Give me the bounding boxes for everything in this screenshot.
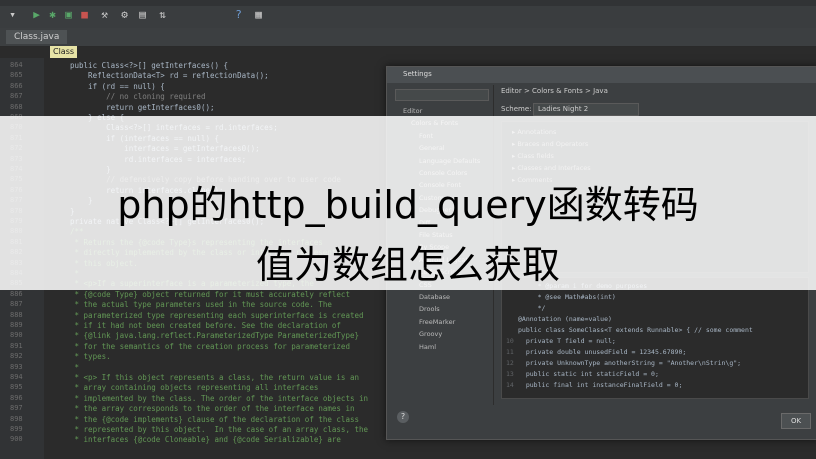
settings-breadcrumb: Editor > Colors & Fonts > Java bbox=[501, 87, 608, 95]
code-line[interactable]: * {@link java.lang.reflect.Parameterized… bbox=[70, 331, 359, 340]
settings-tree-item[interactable]: Haml bbox=[419, 343, 436, 351]
line-number: 865 bbox=[10, 71, 23, 80]
code-line[interactable]: * implemented by the class. The order of… bbox=[70, 394, 369, 403]
sdk-icon[interactable]: ▤ bbox=[136, 8, 149, 21]
line-number: 900 bbox=[10, 435, 23, 444]
stop-icon[interactable]: ■ bbox=[78, 8, 91, 21]
dropdown-icon[interactable]: ▾ bbox=[6, 8, 19, 21]
scheme-label: Scheme: bbox=[501, 105, 532, 113]
line-number: 868 bbox=[10, 102, 23, 111]
code-line[interactable]: * for the semantics of the creation proc… bbox=[70, 342, 350, 351]
preview-line-number: 11 bbox=[506, 348, 514, 356]
code-line[interactable]: * parameterized type representing each s… bbox=[70, 311, 364, 320]
settings-search-input[interactable] bbox=[395, 89, 489, 101]
line-number: 896 bbox=[10, 393, 23, 402]
run-icon[interactable]: ▶ bbox=[30, 8, 43, 21]
dialog-title-bar[interactable]: Settings bbox=[387, 67, 816, 83]
line-number: 897 bbox=[10, 404, 23, 413]
preview-code-line: @Annotation (name=value) bbox=[518, 315, 612, 323]
help-button[interactable]: ? bbox=[397, 411, 409, 423]
line-number: 892 bbox=[10, 352, 23, 361]
line-number: 888 bbox=[10, 310, 23, 319]
preview-line-number: 12 bbox=[506, 359, 514, 367]
line-number: 895 bbox=[10, 383, 23, 392]
preview-code-line: private UnknownType anotherString = "Ano… bbox=[518, 359, 742, 367]
code-line[interactable]: * array containing objects representing … bbox=[70, 383, 319, 392]
line-number: 899 bbox=[10, 425, 23, 433]
file-tab[interactable]: Class.java bbox=[6, 30, 68, 44]
preview-code-line: public class SomeClass<T extends Runnabl… bbox=[518, 326, 753, 334]
preview-code-line: public final int instanceFinalField = 0; bbox=[518, 381, 683, 389]
settings-icon[interactable]: ⚙ bbox=[118, 8, 131, 21]
title-banner: php的http_build_query函数转码 值为数组怎么获取 bbox=[0, 116, 816, 290]
banner-title-line-1: php的http_build_query函数转码 bbox=[117, 183, 699, 227]
line-number: 886 bbox=[10, 289, 23, 298]
menu-bar bbox=[0, 0, 816, 6]
preview-code-line: private T field = null; bbox=[518, 337, 616, 345]
line-number: 890 bbox=[10, 331, 23, 340]
debug-icon[interactable]: ✱ bbox=[46, 8, 59, 21]
preview-line-number: 14 bbox=[506, 381, 514, 389]
settings-tree-item[interactable]: Database bbox=[419, 293, 450, 301]
code-line[interactable]: * bbox=[70, 363, 80, 372]
dialog-title: Settings bbox=[403, 70, 432, 78]
line-number: 894 bbox=[10, 373, 23, 381]
banner-title-line-2: 值为数组怎么获取 bbox=[255, 243, 560, 287]
line-number: 867 bbox=[10, 92, 23, 101]
line-number: 864 bbox=[10, 61, 23, 69]
color-preview-editor: * @param i for demo purposes * @see Math… bbox=[501, 277, 809, 399]
code-line[interactable]: * the array corresponds to the order of … bbox=[70, 404, 355, 413]
line-number: 887 bbox=[10, 300, 23, 309]
code-line[interactable]: ReflectionData<T> rd = reflectionData(); bbox=[70, 71, 269, 80]
code-line[interactable]: * {@code Type} object returned for it mu… bbox=[70, 290, 350, 299]
code-line[interactable]: * the actual type parameters used in the… bbox=[70, 300, 332, 309]
preview-code-line: private double unusedField = 12345.67890… bbox=[518, 348, 687, 356]
line-number: 898 bbox=[10, 414, 23, 423]
preview-code-line: */ bbox=[518, 304, 546, 312]
run-coverage-icon[interactable]: ▣ bbox=[62, 8, 75, 21]
main-toolbar: ▾ ▶ ✱ ▣ ■ ⚒ ⚙ ▤ ⇅ ? ▦ bbox=[0, 0, 816, 29]
settings-tree-item[interactable]: Groovy bbox=[419, 330, 442, 338]
code-line[interactable]: * interfaces {@code Cloneable} and {@cod… bbox=[70, 435, 341, 444]
preview-line-number: 10 bbox=[506, 337, 514, 345]
line-number: 891 bbox=[10, 341, 23, 350]
help-icon[interactable]: ? bbox=[232, 8, 245, 21]
preview-code-line: public static int staticField = 0; bbox=[518, 370, 659, 378]
build-icon[interactable]: ⚒ bbox=[98, 8, 111, 21]
settings-tree-item[interactable]: Editor bbox=[403, 107, 422, 115]
preview-code-line: * @see Math#abs(int) bbox=[518, 293, 616, 301]
code-line[interactable]: // no cloning required bbox=[70, 92, 205, 101]
breadcrumb-class-chip[interactable]: Class bbox=[50, 46, 78, 58]
scheme-select[interactable]: Ladies Night 2 bbox=[533, 103, 639, 116]
line-number: 889 bbox=[10, 321, 23, 329]
vcs-icon[interactable]: ⇅ bbox=[156, 8, 169, 21]
settings-tree-item[interactable]: FreeMarker bbox=[419, 318, 455, 326]
line-number: 866 bbox=[10, 81, 23, 90]
preview-line-number: 13 bbox=[506, 370, 514, 378]
code-line[interactable]: * represented by this object. In the cas… bbox=[70, 425, 369, 434]
code-line[interactable]: public Class<?>[] getInterfaces() { bbox=[70, 61, 228, 70]
code-line[interactable]: * types. bbox=[70, 352, 111, 361]
code-line[interactable]: if (rd == null) { bbox=[70, 82, 165, 91]
code-line[interactable]: * the {@code implements} clause of the d… bbox=[70, 415, 359, 424]
code-line[interactable]: * if it had not been created before. See… bbox=[70, 321, 341, 330]
code-line[interactable]: return getInterfaces0(); bbox=[70, 103, 214, 112]
tasks-icon[interactable]: ▦ bbox=[252, 8, 265, 21]
settings-tree-item[interactable]: Drools bbox=[419, 305, 440, 313]
code-line[interactable]: * <p> If this object represents a class,… bbox=[70, 373, 359, 382]
editor-tab-bar: Class.java bbox=[0, 28, 816, 47]
ok-button[interactable]: OK bbox=[781, 413, 811, 429]
line-number: 893 bbox=[10, 362, 23, 371]
